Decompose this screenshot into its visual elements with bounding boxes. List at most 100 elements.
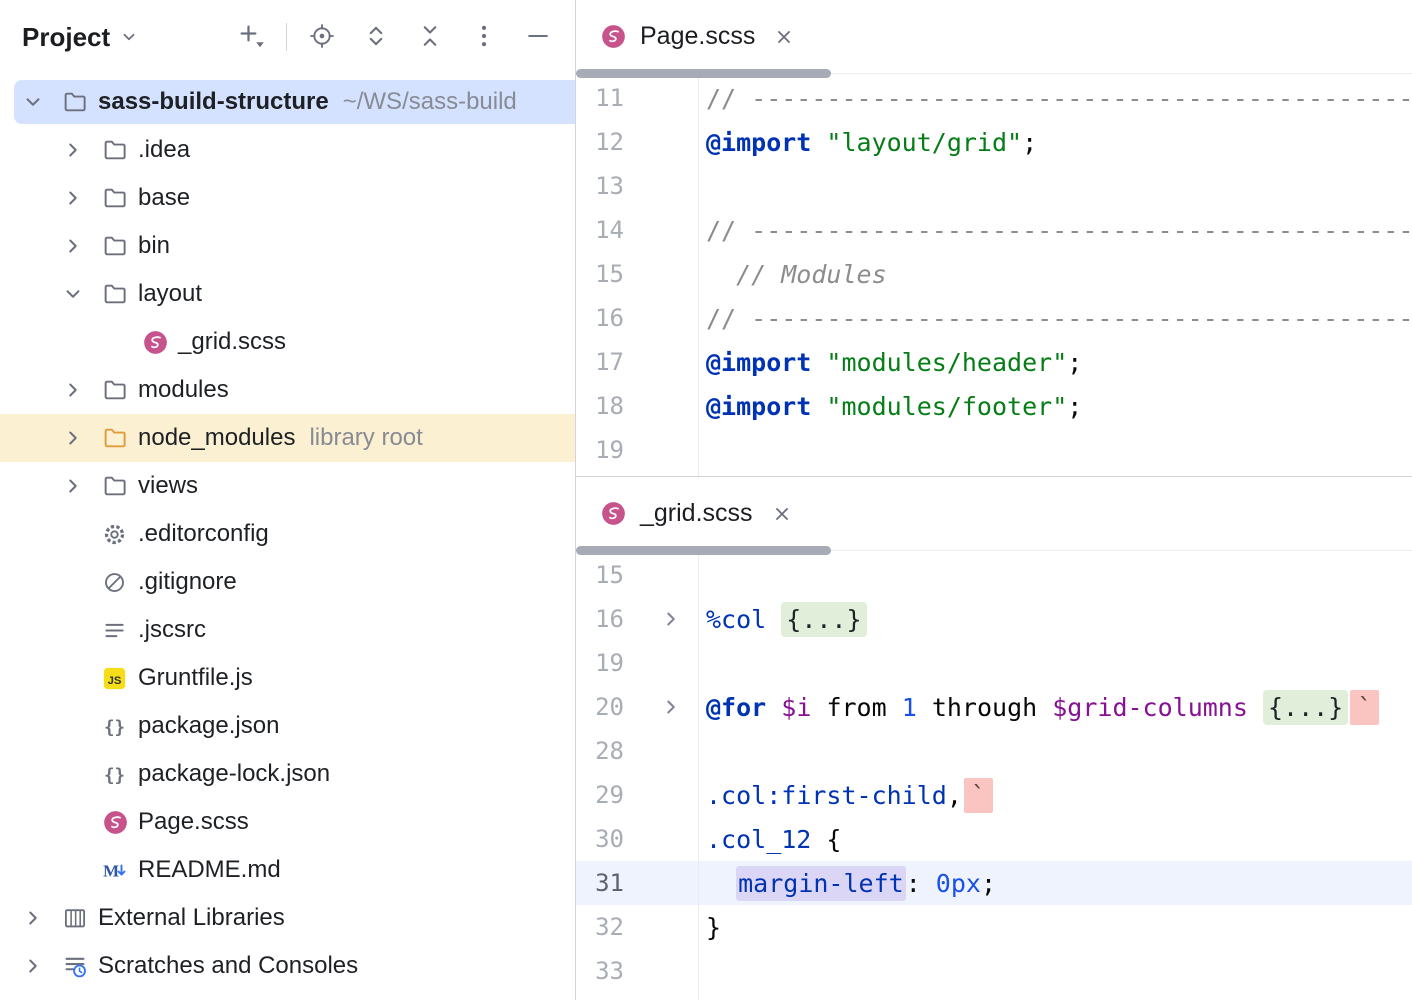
tree-item-label: .idea — [138, 136, 190, 164]
tree-item-node-modules[interactable]: node_moduleslibrary root — [0, 414, 575, 462]
tree-item-sass-build-structure[interactable]: sass-build-structure~/WS/sass-build — [0, 78, 575, 126]
tree-item-package-lock-json[interactable]: {}package-lock.json — [0, 750, 575, 798]
tree-item-gitignore[interactable]: .gitignore — [0, 558, 575, 606]
chevron-down-icon[interactable] — [22, 91, 62, 113]
tree-item-bin[interactable]: bin — [0, 222, 575, 270]
chevron-down-icon[interactable] — [62, 283, 102, 305]
code-text: } — [698, 913, 721, 942]
chevron-right-icon[interactable] — [22, 955, 62, 977]
fold-arrow-icon[interactable] — [624, 608, 698, 630]
chevron-right-icon[interactable] — [62, 235, 102, 257]
code-line-15[interactable]: 15 // Modules — [576, 252, 1412, 296]
tab-page-scss[interactable]: Page.scss — [590, 0, 810, 73]
chevron-right-icon[interactable] — [22, 907, 62, 929]
tree-item-package-json[interactable]: {}package.json — [0, 702, 575, 750]
add-button[interactable] — [228, 15, 274, 59]
tree-item-label: base — [138, 184, 190, 212]
folder-icon — [102, 185, 138, 211]
line-number: 14 — [576, 216, 624, 244]
code-line-11[interactable]: 11// -----------------------------------… — [576, 76, 1412, 120]
tree-item-layout[interactable]: layout — [0, 270, 575, 318]
expand-all-button[interactable] — [353, 15, 399, 59]
code-line-32[interactable]: 32} — [576, 905, 1412, 949]
code-line-20[interactable]: 20@for $i from 1 through $grid-columns {… — [576, 685, 1412, 729]
sass-file-icon — [600, 500, 627, 527]
chevron-right-icon[interactable] — [62, 427, 102, 449]
tree-item-label: README.md — [138, 856, 281, 884]
more-options-button[interactable] — [461, 15, 507, 59]
close-tab-icon[interactable] — [772, 504, 792, 524]
folder-icon — [102, 281, 138, 307]
markdown-icon: M — [102, 857, 138, 883]
editor-split-top: Page.scss 11// -------------------------… — [576, 0, 1412, 477]
line-number: 31 — [576, 869, 624, 897]
code-line-16[interactable]: 16%col {...} — [576, 597, 1412, 641]
code-editor-page-scss[interactable]: 11// -----------------------------------… — [576, 74, 1412, 476]
chevron-right-icon[interactable] — [62, 187, 102, 209]
tree-item-label: layout — [138, 280, 202, 308]
chevron-right-icon[interactable] — [62, 139, 102, 161]
fold-arrow-icon[interactable] — [624, 696, 698, 718]
code-line-19[interactable]: 19 — [576, 428, 1412, 472]
code-text: @import "layout/grid"; — [698, 128, 1037, 157]
close-tab-icon[interactable] — [774, 27, 794, 47]
code-editor-grid-scss[interactable]: 1516%col {...} 19 20@for $i from 1 through… — [576, 551, 1412, 1000]
folder-icon — [62, 89, 98, 115]
code-line-14[interactable]: 14// -----------------------------------… — [576, 208, 1412, 252]
code-line-12[interactable]: 12 @import "layout/grid"; — [576, 120, 1412, 164]
hide-panel-button[interactable] — [515, 15, 561, 59]
tree-item-scratches-and-consoles[interactable]: Scratches and Consoles — [0, 942, 575, 990]
locate-file-button[interactable] — [299, 15, 345, 59]
project-panel-header: Project — [0, 0, 575, 74]
tree-item-editorconfig[interactable]: .editorconfig — [0, 510, 575, 558]
tree-item-label: package.json — [138, 712, 279, 740]
expand-icon — [362, 22, 390, 53]
kebab-icon — [470, 22, 498, 53]
code-line-33[interactable]: 33 — [576, 949, 1412, 993]
tree-item-label: views — [138, 472, 198, 500]
code-line-17[interactable]: 17@import "modules/header"; — [576, 340, 1412, 384]
tree-item-grid-scss[interactable]: _grid.scss — [0, 318, 575, 366]
code-line-15[interactable]: 15 — [576, 553, 1412, 597]
line-number: 19 — [576, 436, 624, 464]
chevron-right-icon[interactable] — [62, 475, 102, 497]
code-line-18[interactable]: 18@import "modules/footer"; — [576, 384, 1412, 428]
code-line-16[interactable]: 16// -----------------------------------… — [576, 296, 1412, 340]
code-line-19[interactable]: 19 — [576, 641, 1412, 685]
ide-window: Project sass-build-structure~/WS/sass-bu… — [0, 0, 1412, 1000]
tree-item-external-libraries[interactable]: External Libraries — [0, 894, 575, 942]
tree-item-modules[interactable]: modules — [0, 366, 575, 414]
line-number: 19 — [576, 649, 624, 677]
code-line-29[interactable]: 29.col:first-child,` — [576, 773, 1412, 817]
braces-icon: {} — [102, 714, 138, 739]
svg-text:JS: JS — [108, 674, 122, 686]
toolbar-divider — [286, 23, 287, 51]
tree-item-page-scss[interactable]: Page.scss — [0, 798, 575, 846]
svg-text:{}: {} — [104, 765, 125, 785]
project-tool-window: Project sass-build-structure~/WS/sass-bu… — [0, 0, 576, 1000]
tree-item-idea[interactable]: .idea — [0, 126, 575, 174]
line-number: 12 — [576, 128, 624, 156]
line-number: 20 — [576, 693, 624, 721]
line-number: 13 — [576, 172, 624, 200]
code-line-30[interactable]: 30.col_12 { — [576, 817, 1412, 861]
line-number: 15 — [576, 260, 624, 288]
lines-icon — [102, 618, 138, 643]
tree-item-label: .jscsrc — [138, 616, 206, 644]
tree-item-base[interactable]: base — [0, 174, 575, 222]
code-line-28[interactable]: 28 — [576, 729, 1412, 773]
collapse-all-button[interactable] — [407, 15, 453, 59]
tree-item-hint: ~/WS/sass-build — [343, 88, 517, 116]
tree-item-views[interactable]: views — [0, 462, 575, 510]
libraries-icon — [62, 905, 98, 931]
project-view-selector[interactable]: Project — [22, 22, 138, 53]
tab-grid-scss[interactable]: _grid.scss — [590, 477, 808, 550]
code-line-31[interactable]: 31 margin-left: 0px; — [576, 861, 1412, 905]
chevron-down-icon — [120, 28, 138, 46]
chevron-right-icon[interactable] — [62, 379, 102, 401]
code-line-13[interactable]: 13 — [576, 164, 1412, 208]
tree-item-jscsrc[interactable]: .jscsrc — [0, 606, 575, 654]
tree-item-gruntfile-js[interactable]: JSGruntfile.js — [0, 654, 575, 702]
tree-item-readme-md[interactable]: MREADME.md — [0, 846, 575, 894]
code-text: %col {...} — [698, 605, 867, 634]
